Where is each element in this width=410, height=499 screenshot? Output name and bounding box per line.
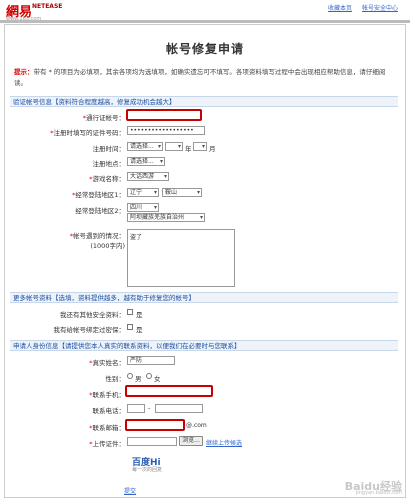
situation-label: *帐号遇到的情况： <box>69 232 125 240</box>
page-title: 帐号修复申请 <box>165 42 244 56</box>
region1-city-select[interactable]: 鞍山 <box>162 188 202 197</box>
browse-button[interactable]: 浏览... <box>179 436 203 446</box>
upload-label: *上传证件： <box>89 440 125 448</box>
region2-province-select[interactable]: 四川 <box>127 203 159 212</box>
reg-place-select[interactable]: 请选择... <box>127 157 165 166</box>
gender-female-radio[interactable] <box>146 373 152 379</box>
situation-limit: (1000字内) <box>90 242 125 250</box>
security-center-link[interactable]: 帐号安全中心 <box>362 5 398 12</box>
baidu-watermark-url: jingyan.baidu.com <box>355 490 402 496</box>
notice-text: 带有 * 的项目为必填项，其余各项均为选填项，如确实遗忘可不填写。各项资料填写过… <box>14 68 386 87</box>
mobile-input[interactable] <box>125 385 213 397</box>
add-upload-link[interactable]: 继续上传候选 <box>206 438 242 447</box>
reg-month-unit: 月 <box>209 145 216 153</box>
phone-separator: - <box>148 404 151 412</box>
upload-path-input[interactable] <box>127 437 177 446</box>
netease-logo-en: NETEASE <box>32 3 63 10</box>
section-account-info: 验证帐号信息【资料符合程度越高，修复成功机会越大】 <box>10 96 398 107</box>
game-label: *游戏名称： <box>89 175 125 183</box>
real-name-input[interactable]: 严防 <box>127 356 175 365</box>
section-applicant: 申请人身份信息【请提供您本人真实的联系资料，以便我们在必要时与您联系】 <box>10 340 398 351</box>
email-suffix: @.com <box>186 422 207 429</box>
gender-male-radio[interactable] <box>127 373 133 379</box>
situation-textarea[interactable]: 盗了 <box>127 229 235 287</box>
notice-label: 提示： <box>14 68 34 76</box>
gender-female-label: 女 <box>154 375 161 383</box>
phone-label: 联系电话： <box>92 407 126 415</box>
gender-male-label: 男 <box>135 375 142 383</box>
reg-year-unit: 年 <box>185 145 192 153</box>
region2-label: 经常登陆地区2： <box>75 207 125 215</box>
region2-city-select[interactable]: 阿坝藏族羌族自治州 <box>127 213 205 222</box>
id-number-input[interactable]: •••••••••••••••••• <box>127 126 205 135</box>
reg-time-label: 注册时间： <box>92 145 126 153</box>
real-name-label: *真实姓名： <box>89 359 125 367</box>
other-security-label: 我还有其他安全资料： <box>60 311 125 319</box>
account-input[interactable] <box>126 109 202 121</box>
bound-protect-checkbox[interactable] <box>127 324 133 330</box>
reg-place-label: 注册地点： <box>92 160 126 168</box>
gender-label: 性别： <box>105 375 126 383</box>
baidu-hi-sub: 每一次的回复 <box>132 467 163 473</box>
bookmark-link[interactable]: 收藏本页 <box>328 5 352 12</box>
other-security-option: 是 <box>136 311 143 319</box>
bound-protect-option: 是 <box>136 326 143 334</box>
game-select[interactable]: 大话西游 <box>127 172 169 181</box>
notice: 提示：带有 * 的项目为必填项，其余各项均为选填项，如确实遗忘可不填写。各项资料… <box>14 67 394 89</box>
email-label: *联系邮箱： <box>89 424 125 432</box>
reg-month-select[interactable] <box>165 142 183 151</box>
account-label: *通行证帐号： <box>82 114 125 122</box>
section-more-info: 更多帐号资料【选填，资料提供越多，越有助于修复您的帐号】 <box>10 292 398 303</box>
top-links: 收藏本页 帐号安全中心 <box>320 3 398 12</box>
submit-button[interactable]: 提交 <box>124 486 136 495</box>
region1-label: *经常登陆地区1： <box>72 191 125 199</box>
reg-year-select[interactable]: 请选择... <box>127 142 163 151</box>
region1-province-select[interactable]: 辽宁 <box>127 188 159 197</box>
phone-number-input[interactable] <box>155 404 203 413</box>
email-input[interactable] <box>125 419 185 431</box>
bound-protect-label: 我有给帐号绑定过密保： <box>53 326 126 334</box>
id-number-label: *注册时填写的证件号码： <box>50 129 125 137</box>
header-divider <box>0 20 410 23</box>
other-security-checkbox[interactable] <box>127 309 133 315</box>
mobile-label: *联系手机： <box>89 391 125 399</box>
phone-area-input[interactable] <box>127 404 145 413</box>
reg-day-select[interactable] <box>193 142 207 151</box>
